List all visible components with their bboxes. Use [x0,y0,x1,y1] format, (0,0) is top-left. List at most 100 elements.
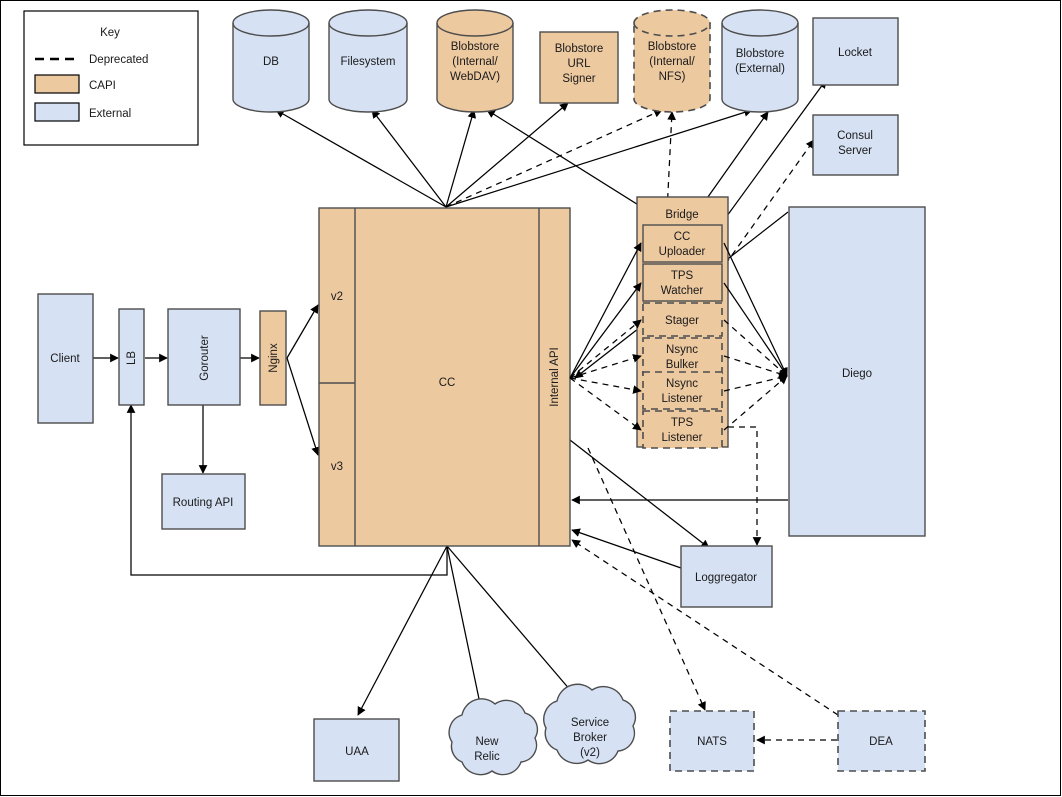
node-service-broker-line1: Service [571,717,609,729]
node-lb-label: LB [126,351,138,365]
node-blobstore-internal-webdav[interactable]: Blobstore (Internal/ WebDAV) [436,9,514,113]
node-client-label: Client [50,353,80,365]
legend-capi-label: CAPI [89,80,116,92]
architecture-diagram: DB Filesystem Blobstore (Internal/ WebDA… [0,0,1062,797]
node-uaa-label: UAA [345,746,369,758]
node-locket[interactable]: Locket [812,17,899,86]
node-blobstore-webdav-line3: WebDAV) [450,71,500,83]
legend: Key Deprecated CAPI External [23,10,199,146]
node-stager-label: Stager [665,315,699,327]
edge-ccuploader-diego [723,242,788,377]
legend-title: Key [100,27,120,39]
node-cc-internal-api-label: Internal API [549,347,561,406]
node-cc-uploader[interactable]: CC Uploader [642,224,723,263]
edge-nginx-v3 [286,357,320,456]
node-loggregator-label: Loggregator [695,572,757,584]
edge-cc-db [275,109,447,208]
node-blobstore-nfs-line1: Blobstore [648,41,697,53]
node-blobstore-external[interactable]: Blobstore (External) [721,9,799,113]
edge-cc-loggregator [569,439,710,549]
legend-capi-swatch [34,74,80,94]
edge-cc-blobstore-url-signer [445,102,569,208]
node-nsync-bulker[interactable]: Nsync Bulker [642,337,723,376]
node-new-relic-line1: New [475,736,499,748]
edge-cc-blobstore-nfs [445,109,663,208]
node-blobstore-webdav-line1: Blobstore [451,41,500,53]
node-bridge-label: Bridge [665,209,698,221]
edge-internalapi-stager [569,319,642,379]
node-consul-server-line2: Server [838,145,872,157]
node-service-broker-line2: Broker [573,732,607,744]
node-tps-listener-line1: TPS [671,417,694,429]
node-db-label: DB [263,56,279,68]
node-blobstore-nfs-line2: (Internal/ [649,56,695,68]
node-client[interactable]: Client [37,293,94,424]
node-loggregator[interactable]: Loggregator [680,545,773,608]
node-dea[interactable]: DEA [837,710,926,772]
edge-cc-filesystem [371,109,447,208]
node-gorouter[interactable]: Gorouter [167,308,241,406]
edge-internalapi-ccuploader [569,242,642,379]
edge-cc-servicebroker [446,545,584,706]
node-nginx[interactable]: Nginx [259,310,287,406]
node-consul-server-line1: Consul [837,130,873,142]
node-lb[interactable]: LB [118,308,145,406]
node-diego[interactable]: Diego [788,206,926,537]
edge-loggregator-internalapi [571,528,682,569]
node-cc-v3-label: v3 [331,461,343,473]
node-stager[interactable]: Stager [642,302,723,337]
edge-internalapi-tpswatcher [569,282,642,379]
node-dea-label: DEA [869,736,893,748]
node-new-relic-line2: Relic [474,751,500,763]
node-service-broker-line3: (v2) [580,747,600,759]
node-consul-server[interactable]: Consul Server [812,114,899,176]
node-blobstore-url-signer[interactable]: Blobstore URL Signer [539,31,619,104]
node-nats-label: NATS [697,736,727,748]
edge-internalapi-tpslistener [569,377,642,431]
node-blobstore-internal-nfs[interactable]: Blobstore (Internal/ NFS) [633,9,711,113]
node-cc-label: CC [439,377,456,389]
node-routing-api[interactable]: Routing API [161,473,246,530]
edge-tpslistener-loggregator [728,426,762,546]
node-tps-watcher-line2: Watcher [661,285,704,297]
node-nsync-listener[interactable]: Nsync Listener [642,371,723,410]
node-tps-listener-line2: Listener [662,432,703,444]
edge-nsyncbulker-diego [723,355,788,378]
node-blobstore-external-line2: (External) [735,63,785,75]
node-nats[interactable]: NATS [669,710,755,772]
node-cc[interactable]: v2 v3 CC Internal API [318,207,571,547]
legend-external-swatch [34,102,80,122]
node-db[interactable]: DB [232,9,310,113]
node-cc-uploader-line2: Uploader [659,246,706,258]
node-tps-watcher[interactable]: TPS Watcher [642,263,723,302]
node-routing-api-label: Routing API [173,497,234,509]
edge-tpslistener-diego [723,375,788,431]
node-diego-label: Diego [842,368,872,380]
node-nsync-bulker-line1: Nsync [666,344,698,356]
edge-cc-newrelic [446,545,486,719]
node-blobstore-url-signer-line2: URL [567,58,591,70]
edge-cc-blobstore-external [445,108,753,208]
node-tps-listener[interactable]: TPS Listener [642,410,723,449]
node-blobstore-url-signer-line1: Blobstore [555,43,604,55]
legend-deprecated-label: Deprecated [89,54,148,66]
node-gorouter-label: Gorouter [199,335,211,381]
node-service-broker[interactable]: Service Broker (v2) [543,683,637,765]
edge-internalapi-nsynclistener [569,377,642,394]
node-filesystem[interactable]: Filesystem [328,9,408,113]
edge-cc-blobstore-webdav [445,109,477,208]
node-tps-watcher-line1: TPS [671,270,694,282]
edge-internalapi-nsyncbulker [569,354,642,379]
node-filesystem-label: Filesystem [341,56,396,68]
node-cc-uploader-line1: CC [674,231,691,243]
legend-external-label: External [89,108,131,120]
node-nsync-bulker-line2: Bulker [666,359,699,371]
node-blobstore-webdav-line2: (Internal/ [452,56,498,68]
node-nsync-listener-line1: Nsync [666,378,698,390]
edge-cc-uaa [357,545,448,716]
node-uaa[interactable]: UAA [313,718,400,782]
node-locket-label: Locket [838,47,873,59]
node-new-relic[interactable]: New Relic [448,698,539,776]
node-blobstore-url-signer-line3: Signer [562,73,595,85]
node-blobstore-external-line1: Blobstore [736,48,785,60]
